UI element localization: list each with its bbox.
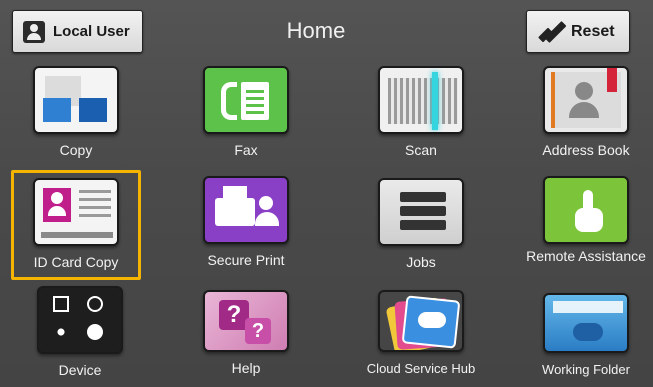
app-tile-fax[interactable]: Fax (181, 66, 311, 171)
working-folder-icon (543, 293, 629, 353)
local-user-button[interactable]: Local User (12, 10, 143, 53)
app-label: Copy (59, 142, 93, 158)
reset-button[interactable]: Reset (526, 10, 630, 53)
device-icon (37, 286, 123, 354)
app-tile-id-card-copy[interactable]: ID Card Copy (11, 170, 141, 280)
app-tile-jobs[interactable]: Jobs (356, 178, 486, 283)
jobs-icon (378, 178, 464, 246)
app-tile-scan[interactable]: Scan (356, 66, 486, 171)
app-label: Scan (405, 142, 437, 158)
app-label: Device (58, 362, 102, 378)
app-label: Jobs (406, 254, 436, 270)
page-title: Home (286, 18, 346, 43)
secure-print-icon (203, 176, 289, 244)
app-tile-secure-print[interactable]: Secure Print (181, 176, 311, 281)
local-user-label: Local User (53, 23, 130, 40)
scan-icon (378, 66, 464, 134)
app-label: Secure Print (207, 252, 285, 268)
user-icon (23, 20, 45, 43)
app-label: Cloud Service Hub (366, 361, 476, 376)
reset-label: Reset (571, 22, 615, 40)
app-tile-remote-assistance[interactable]: Remote Assistance (521, 176, 651, 281)
app-tile-address-book[interactable]: Address Book (521, 66, 651, 171)
fax-icon (203, 66, 289, 134)
app-tile-cloud-service-hub[interactable]: Cloud Service Hub (356, 290, 486, 387)
reset-icon (537, 20, 567, 43)
cloud-service-hub-icon (378, 290, 464, 352)
app-label: ID Card Copy (33, 254, 119, 270)
app-label: Address Book (542, 142, 630, 158)
app-label: Remote Assistance (526, 248, 646, 264)
copy-icon (33, 66, 119, 134)
app-label: Working Folder (542, 362, 630, 377)
app-tile-working-folder[interactable]: Working Folder (521, 293, 651, 387)
app-label: Help (231, 360, 261, 376)
app-tile-help[interactable]: ?? Help (181, 290, 311, 387)
address-book-icon (543, 66, 629, 134)
home-screen: Local User Home Reset Copy Fax Scan Addr… (0, 0, 653, 387)
app-label: Fax (234, 142, 258, 158)
id-card-icon (33, 178, 119, 246)
remote-assistance-icon (543, 176, 629, 244)
app-tile-copy[interactable]: Copy (11, 66, 141, 171)
app-tile-device[interactable]: Device (15, 286, 145, 387)
help-icon: ?? (203, 290, 289, 352)
